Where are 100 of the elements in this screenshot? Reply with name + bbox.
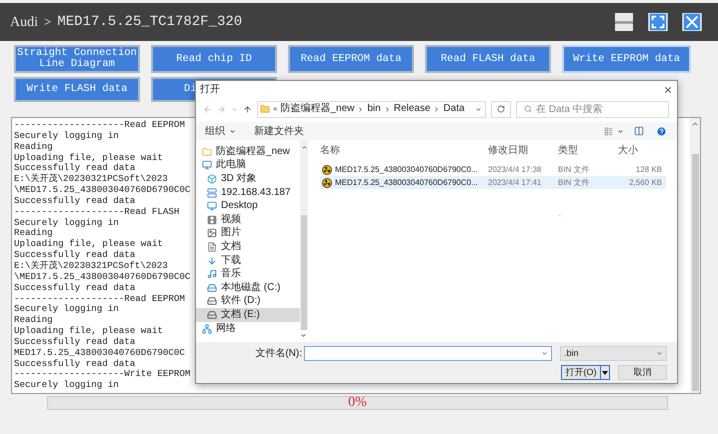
log-line: Uploading file, please wait xyxy=(14,326,163,337)
log-line: \MED17.5.25_438003040760D6790C0C xyxy=(14,272,190,283)
file-type: BIN 文件 xyxy=(558,166,591,174)
music-note-icon xyxy=(207,269,217,280)
sidebar-item[interactable]: 音乐 xyxy=(196,267,300,281)
dropdown-caret-icon[interactable] xyxy=(475,106,482,112)
sidebar-item[interactable]: 文档 xyxy=(196,240,300,254)
close-icon[interactable] xyxy=(663,84,673,94)
action-button[interactable]: Read FLASH data xyxy=(425,45,551,73)
sidebar-item[interactable]: 软件 (D:) xyxy=(196,294,300,308)
log-line: --------------------Read FLASH xyxy=(14,206,180,218)
filename-label: 文件名(N): xyxy=(255,346,302,361)
sidebar-item[interactable]: 视频 xyxy=(196,212,300,227)
file-row[interactable]: MED17.5.25_438003040760D6790C0... 2023/4/4 17:41 BIN 文件 2,560 KB xyxy=(320,176,666,189)
folder-icon xyxy=(260,104,270,114)
log-line: --------------------Read EEPROM xyxy=(14,120,185,131)
log-line: Securely logging in xyxy=(14,218,119,228)
log-line: Reading xyxy=(14,315,53,326)
sidebar-item[interactable]: Desktop xyxy=(196,199,300,213)
caret-icon[interactable] xyxy=(617,128,624,134)
up-icon[interactable] xyxy=(243,104,252,114)
new-folder-button[interactable]: 新建文件夹 xyxy=(254,124,304,138)
open-button[interactable]: 打开(O) xyxy=(561,365,610,380)
breadcrumb-root[interactable]: Audi xyxy=(10,12,38,32)
path-overflow[interactable]: « xyxy=(273,103,278,115)
refresh-button[interactable] xyxy=(491,100,511,118)
log-line: --------------------Read EEPROM xyxy=(14,294,185,304)
action-button[interactable]: Read chip ID xyxy=(151,45,277,73)
path-segment[interactable]: 防盗编程器_new xyxy=(280,104,354,114)
monitor-icon xyxy=(207,201,217,212)
view-icon[interactable] xyxy=(604,126,613,136)
document-icon xyxy=(207,242,217,252)
folder-icon xyxy=(202,146,212,157)
file-row[interactable]: MED17.5.25_438003040760D6790C0... 2023/4/4 17:38 BIN 文件 128 KB xyxy=(320,163,666,176)
file-date: 2023/4/4 17:41 xyxy=(488,178,542,186)
breadcrumb-current: MED17.5.25_TC1782F_320 xyxy=(57,12,242,32)
search-input[interactable]: 在 Data 中搜索 xyxy=(536,102,636,116)
action-button[interactable]: Straight Connection Line Diagram xyxy=(14,45,140,73)
sidebar-item[interactable]: 网络 xyxy=(196,322,300,336)
path-segment[interactable]: bin xyxy=(367,104,381,114)
progress-text: 0% xyxy=(348,396,367,410)
caret-icon[interactable] xyxy=(602,370,608,374)
column-header[interactable]: 类型 xyxy=(558,146,616,156)
log-line: Successfully read data xyxy=(14,163,136,174)
search-field[interactable]: 在 Data 中搜索 xyxy=(516,100,669,118)
filename-field[interactable] xyxy=(304,346,552,361)
sidebar-item[interactable]: 本地磁盘 (C:) xyxy=(196,280,300,295)
server-icon xyxy=(207,188,217,198)
sidebar-item[interactable]: 防盗编程器_new xyxy=(196,145,300,159)
scrollbar-thumb[interactable] xyxy=(301,214,307,330)
log-line: E:\关开茂\20230321PCSoft\2023 xyxy=(14,260,168,272)
log-line: Reading xyxy=(14,228,53,239)
sidebar-item[interactable]: 192.168.43.187 xyxy=(196,186,300,200)
path-segment[interactable]: Data xyxy=(443,104,465,114)
help-icon[interactable] xyxy=(656,126,667,136)
scrollbar[interactable] xyxy=(690,118,700,393)
dialog-title: 打开 xyxy=(200,82,220,97)
action-button[interactable]: Read EEPROM data xyxy=(288,45,414,73)
drive-icon xyxy=(207,282,217,293)
file-type-dropdown[interactable]: .bin xyxy=(560,346,667,361)
dropdown-caret-icon xyxy=(656,350,663,357)
log-line: \MED17.5.25_438003040760D6790C0C xyxy=(14,185,190,196)
scrollbar-thumb[interactable] xyxy=(692,154,698,391)
log-line: Securely logging in xyxy=(14,380,119,392)
column-header[interactable]: 修改日期 xyxy=(488,146,558,156)
action-button[interactable]: Write EEPROM data xyxy=(562,45,691,73)
sidebar-item[interactable]: 3D 对象 xyxy=(196,172,300,186)
minimize-icon[interactable] xyxy=(614,13,634,31)
file-icon xyxy=(322,164,332,174)
chevron-icon xyxy=(384,106,391,112)
path-segment[interactable]: Release xyxy=(394,104,430,114)
dropdown-caret-icon[interactable] xyxy=(541,350,548,357)
sort-icon xyxy=(556,213,563,218)
scroll-down-icon[interactable] xyxy=(300,332,307,339)
file-size: 2,560 KB xyxy=(628,178,663,186)
down-arrow-icon xyxy=(207,256,217,266)
action-button[interactable]: Write FLASH data xyxy=(14,77,140,102)
cube-icon xyxy=(207,174,217,184)
column-header[interactable]: 名称 xyxy=(320,146,488,156)
scroll-up-icon[interactable] xyxy=(300,144,308,151)
log-line: Securely logging in xyxy=(14,304,119,315)
log-line: Reading xyxy=(14,142,53,153)
address-bar[interactable]: « 防盗编程器_new bin Release Data xyxy=(257,100,486,118)
scroll-up-icon[interactable] xyxy=(691,120,699,128)
sidebar-item[interactable]: 图片 xyxy=(196,226,300,240)
cancel-button[interactable]: 取消 xyxy=(618,365,667,380)
film-icon xyxy=(207,214,217,225)
maximize-icon[interactable] xyxy=(648,13,668,31)
organize-menu[interactable]: 组织 xyxy=(205,124,225,138)
column-header[interactable]: 大小 xyxy=(616,146,666,156)
sidebar-item[interactable]: 下载 xyxy=(196,254,300,268)
log-line: --------------------Write EEPROM xyxy=(14,369,190,380)
chevron-icon xyxy=(433,106,440,112)
log-line: Uploading file, please wait xyxy=(14,239,163,250)
preview-pane-icon[interactable] xyxy=(634,126,644,136)
search-icon xyxy=(524,105,532,113)
scrollbar[interactable] xyxy=(300,140,308,330)
file-date: 2023/4/4 17:38 xyxy=(488,166,542,174)
sidebar-item[interactable]: 此电脑 xyxy=(196,158,300,172)
sidebar-item[interactable]: 文档 (E:) xyxy=(196,308,300,322)
